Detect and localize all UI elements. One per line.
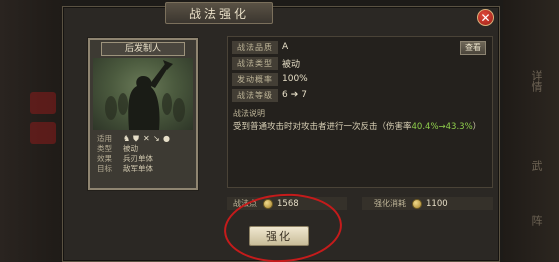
close-button[interactable]: ✕ xyxy=(477,9,494,26)
stat-label: 发动概率 xyxy=(232,72,278,86)
view-button[interactable]: 查看 xyxy=(460,41,486,55)
card-info-row: 类型 被动 xyxy=(93,144,193,154)
card-info-value: 敌军单体 xyxy=(123,164,153,173)
card-info-row: 目标 敌军单体 xyxy=(93,164,193,174)
shield-icon: ⛊ xyxy=(133,134,139,143)
enhance-cost-value: 1100 xyxy=(426,198,448,209)
card-name: 后发制人 xyxy=(101,42,185,56)
spear-icon: ↘ xyxy=(153,134,160,143)
background-side-label: 详情 xyxy=(530,70,543,92)
stat-row-level: 战法等级 6 ➔ 7 xyxy=(232,88,488,102)
troop-icons: ♞ ⛊ ✕ ↘ ● xyxy=(123,134,171,144)
stat-value: A xyxy=(282,42,289,52)
background-left-panel xyxy=(0,0,62,262)
stat-label: 战法等级 xyxy=(232,88,278,102)
background-side-label: 武 xyxy=(530,160,543,171)
level-from: 6 xyxy=(282,90,288,100)
tactic-stats-panel: 战法品质 A 查看 战法类型 被动 发动概率 100% 战法等级 6 ➔ 7 战… xyxy=(227,36,493,188)
card-info-key: 适用 xyxy=(97,134,112,143)
description-text: 受到普通攻击时对攻击者进行一次反击（伤害率40.4%→43.3%） xyxy=(233,121,485,134)
stat-value: 100% xyxy=(282,74,308,84)
stat-value: 被动 xyxy=(282,59,301,70)
description-title: 战法说明 xyxy=(233,109,265,118)
description-prefix: 受到普通攻击时对攻击者进行一次反击（伤害率 xyxy=(233,122,412,132)
stat-row-type: 战法类型 被动 xyxy=(232,56,488,70)
tactic-card: 后发制人 适用 ♞ ⛊ ✕ ↘ ● 类型 被动 效果 兵刃单体 目标 敌军单体 xyxy=(88,38,198,190)
background-red-tag xyxy=(30,122,56,144)
card-artwork xyxy=(93,58,193,130)
enhance-cost-box: 强化消耗 1100 xyxy=(362,197,493,210)
card-info-key: 效果 xyxy=(97,154,112,163)
description-suffix: ） xyxy=(472,122,482,132)
stat-row-rate: 发动概率 100% xyxy=(232,72,488,86)
background-right-panel: 详情 武 阵 xyxy=(503,0,559,262)
siege-icon: ● xyxy=(163,134,170,143)
bow-icon: ✕ xyxy=(143,134,150,143)
coin-icon xyxy=(263,198,273,209)
card-info: 适用 ♞ ⛊ ✕ ↘ ● 类型 被动 效果 兵刃单体 目标 敌军单体 xyxy=(93,134,193,186)
background-red-tag xyxy=(30,92,56,114)
cavalry-icon: ♞ xyxy=(123,134,131,143)
card-info-key: 类型 xyxy=(97,144,112,153)
tactic-points-label: 战法点 xyxy=(233,199,257,208)
stat-label: 战法品质 xyxy=(232,40,278,54)
stat-value: 6 ➔ 7 xyxy=(282,90,307,100)
damage-rate-highlight: 40.4%→43.3% xyxy=(411,122,473,132)
background-side-label: 阵 xyxy=(530,215,543,226)
warrior-silhouette-image xyxy=(105,60,185,130)
card-info-value: 被动 xyxy=(123,144,138,153)
stat-label: 战法类型 xyxy=(232,56,278,70)
tactic-points-value: 1568 xyxy=(277,198,299,209)
close-icon: ✕ xyxy=(480,10,491,25)
card-info-value: 兵刃单体 xyxy=(123,154,153,163)
tactic-points-box: 战法点 1568 xyxy=(227,197,347,210)
coin-icon xyxy=(412,198,422,209)
arrow-right-icon: ➔ xyxy=(290,90,299,100)
enhance-cost-label: 强化消耗 xyxy=(374,199,406,208)
card-info-key: 目标 xyxy=(97,164,112,173)
card-info-row: 效果 兵刃单体 xyxy=(93,154,193,164)
card-info-row: 适用 ♞ ⛊ ✕ ↘ ● xyxy=(93,134,193,144)
enhance-button[interactable]: 强化 xyxy=(249,226,309,246)
level-to: 7 xyxy=(301,90,308,100)
dialog-title: 战法强化 xyxy=(165,2,273,24)
stat-row-quality: 战法品质 A 查看 xyxy=(232,40,488,55)
